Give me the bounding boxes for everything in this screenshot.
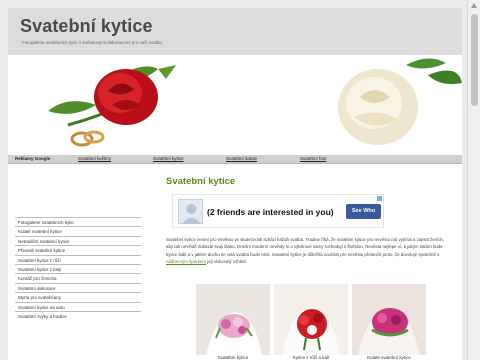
nav-svatebni-foto[interactable]: Svatební foto [300,156,327,161]
sidebar-item-fotogalerie[interactable]: Fotogalerie svatebních kytic [15,217,141,226]
sidebar-item-zvyky[interactable]: Svatební zvyky a tradice [15,310,141,320]
gallery-caption-3[interactable]: Kulaté svatební kytice [352,355,426,360]
gallery-photo-bouquet-3[interactable] [352,284,426,355]
intro-text-end: její dokonalý vzhled. [207,259,247,265]
avatar-placeholder-icon [178,199,203,224]
sidebar-item-auto[interactable]: Svatební kytice na auto [15,301,141,311]
jewelry-link[interactable]: nádherným šperkem [166,259,206,264]
sidebar-menu: Fotogalerie svatebních kytic Kulaté svat… [15,217,141,320]
see-who-button[interactable]: See Who [346,204,381,219]
intro-text: Svatební kytice nesmí pro nevěstu ve sku… [166,237,444,257]
sidebar-item-dekorace[interactable]: Svatební dekorace [15,282,141,292]
site-subtitle: Fotogalerie svatebních kytic s květinový… [22,40,163,45]
gallery-caption-2[interactable]: Kytice z růží a kalí [274,355,348,360]
banner-image [8,55,462,155]
nav-svatebni-satule[interactable]: Svatební šatule [226,156,257,161]
nav-google-ads[interactable]: Reklamy Google [15,156,50,161]
scroll-up-arrow-icon[interactable] [471,3,477,8]
gallery-caption-1[interactable]: Svatební kytice [196,355,270,360]
sidebar-item-myrta[interactable]: Myrta pro svatebčany [15,292,141,301]
gallery-photo-bouquet-2[interactable] [274,284,348,355]
main-nav: Reklamy Google Svatební květiny Svatební… [8,155,462,164]
scrollbar-thumb[interactable] [471,14,478,106]
sidebar-item-kaly[interactable]: Svatební kytice z kaly [15,263,141,273]
site-header: Svatební kytice Fotogalerie svatebních k… [8,8,462,55]
sidebar-item-korsaz[interactable]: Korsáž pro ženicha [15,273,141,282]
ad-text: (2 friends are interested in you) [207,207,334,217]
site-title[interactable]: Svatební kytice [20,16,153,37]
roses-banner-illustration [48,58,462,147]
sidebar-item-previsle[interactable]: Převislé svatební kytice [15,245,141,254]
vertical-scrollbar[interactable] [467,0,480,360]
sidebar-item-kulate[interactable]: Kulaté svatební kytice [15,226,141,235]
sidebar-item-ruze[interactable]: Svatební kytice z růží [15,254,141,264]
main-heading: Svatební kytice [166,176,236,187]
intro-paragraph: Svatební kytice nesmí pro nevěstu ve sku… [166,236,448,266]
nav-svatebni-kytice[interactable]: Svatební kytice [153,156,184,161]
page: Svatební kytice Fotogalerie svatebních k… [8,8,462,360]
sidebar-item-netradicni[interactable]: Netradiční svatební kytice [15,235,141,245]
ad-banner[interactable]: (2 friends are interested in you) See Wh… [172,194,384,228]
gallery-photo-bouquet-1[interactable] [196,284,270,355]
ad-choices-icon[interactable] [377,196,382,201]
nav-svatebni-kvetiny[interactable]: Svatební květiny [78,156,111,161]
